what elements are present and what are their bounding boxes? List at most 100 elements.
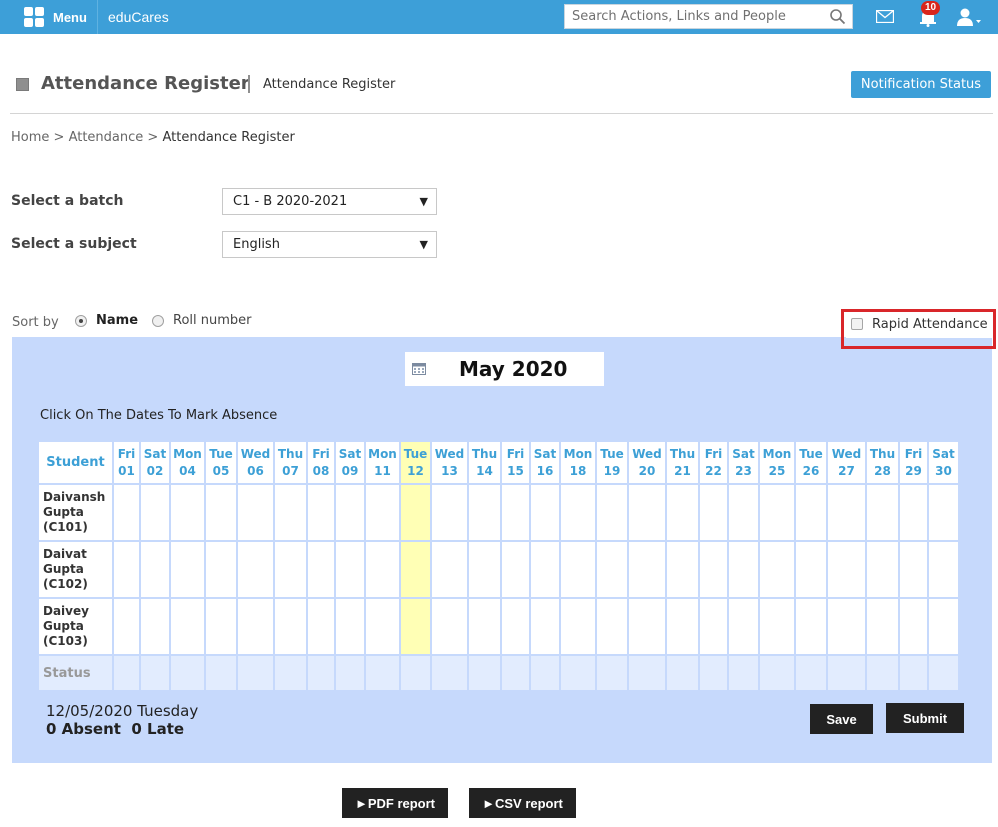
attendance-cell[interactable] xyxy=(627,540,667,599)
attendance-cell[interactable] xyxy=(467,483,502,542)
attendance-cell[interactable] xyxy=(698,483,729,542)
attendance-cell[interactable] xyxy=(794,597,828,656)
attendance-cell[interactable] xyxy=(236,597,275,656)
attendance-cell[interactable] xyxy=(595,540,629,599)
attendance-cell[interactable] xyxy=(334,483,366,542)
attendance-cell[interactable] xyxy=(364,483,401,542)
date-column-header[interactable]: Fri 08 xyxy=(306,440,336,485)
attendance-cell[interactable] xyxy=(865,483,900,542)
sort-roll-radio[interactable] xyxy=(152,315,164,327)
attendance-cell[interactable] xyxy=(898,540,929,599)
sort-roll-label[interactable]: Roll number xyxy=(173,313,252,328)
date-column-header[interactable]: Wed 27 xyxy=(826,440,867,485)
submit-button[interactable]: Submit xyxy=(886,703,964,733)
date-column-header[interactable]: Fri 01 xyxy=(112,440,141,485)
attendance-cell[interactable] xyxy=(399,597,432,656)
breadcrumb-home[interactable]: Home xyxy=(11,130,49,145)
calendar-icon[interactable] xyxy=(412,362,426,375)
attendance-cell[interactable] xyxy=(927,483,960,542)
attendance-cell[interactable] xyxy=(236,540,275,599)
attendance-cell[interactable] xyxy=(399,483,432,542)
attendance-cell[interactable] xyxy=(204,483,238,542)
attendance-cell[interactable] xyxy=(665,597,700,656)
date-column-header[interactable]: Sat 02 xyxy=(139,440,171,485)
attendance-cell[interactable] xyxy=(399,540,432,599)
rapid-attendance-label[interactable]: Rapid Attendance xyxy=(872,317,988,332)
date-column-header[interactable]: Sat 16 xyxy=(529,440,561,485)
attendance-cell[interactable] xyxy=(204,540,238,599)
attendance-cell[interactable] xyxy=(529,540,561,599)
user-avatar-icon[interactable] xyxy=(956,7,982,27)
date-column-header[interactable]: Mon 11 xyxy=(364,440,401,485)
attendance-cell[interactable] xyxy=(500,483,531,542)
attendance-cell[interactable] xyxy=(139,540,171,599)
date-column-header[interactable]: Thu 14 xyxy=(467,440,502,485)
menu-button[interactable]: Menu xyxy=(0,0,97,34)
attendance-cell[interactable] xyxy=(665,483,700,542)
attendance-cell[interactable] xyxy=(467,540,502,599)
date-column-header[interactable]: Fri 29 xyxy=(898,440,929,485)
date-column-header[interactable]: Thu 07 xyxy=(273,440,308,485)
attendance-cell[interactable] xyxy=(758,597,796,656)
attendance-cell[interactable] xyxy=(898,597,929,656)
subject-select[interactable]: English ▼ xyxy=(222,231,437,258)
attendance-cell[interactable] xyxy=(927,597,960,656)
date-column-header[interactable]: Sat 30 xyxy=(927,440,960,485)
date-column-header[interactable]: Tue 05 xyxy=(204,440,238,485)
save-button[interactable]: Save xyxy=(810,704,873,734)
attendance-cell[interactable] xyxy=(865,597,900,656)
date-column-header[interactable]: Wed 20 xyxy=(627,440,667,485)
attendance-cell[interactable] xyxy=(665,540,700,599)
csv-report-button[interactable]: ►CSV report xyxy=(469,788,576,818)
attendance-cell[interactable] xyxy=(794,483,828,542)
attendance-cell[interactable] xyxy=(334,597,366,656)
date-column-header[interactable]: Sat 23 xyxy=(727,440,760,485)
attendance-cell[interactable] xyxy=(430,540,469,599)
date-column-header[interactable]: Tue 26 xyxy=(794,440,828,485)
date-column-header[interactable]: Tue 19 xyxy=(595,440,629,485)
attendance-cell[interactable] xyxy=(698,540,729,599)
attendance-cell[interactable] xyxy=(139,483,171,542)
attendance-cell[interactable] xyxy=(758,540,796,599)
mail-icon[interactable] xyxy=(876,10,894,23)
notification-status-button[interactable]: Notification Status xyxy=(851,71,991,98)
date-column-header[interactable]: Wed 13 xyxy=(430,440,469,485)
attendance-cell[interactable] xyxy=(927,540,960,599)
attendance-cell[interactable] xyxy=(139,597,171,656)
search-box[interactable] xyxy=(564,4,853,29)
sort-name-radio[interactable] xyxy=(75,315,87,327)
date-column-header[interactable]: Mon 04 xyxy=(169,440,206,485)
sort-name-label[interactable]: Name xyxy=(96,313,138,328)
attendance-cell[interactable] xyxy=(595,597,629,656)
attendance-cell[interactable] xyxy=(758,483,796,542)
date-column-header[interactable]: Thu 21 xyxy=(665,440,700,485)
date-column-header[interactable]: Fri 15 xyxy=(500,440,531,485)
attendance-cell[interactable] xyxy=(500,540,531,599)
attendance-cell[interactable] xyxy=(826,597,867,656)
attendance-cell[interactable] xyxy=(273,483,308,542)
attendance-cell[interactable] xyxy=(559,597,597,656)
attendance-cell[interactable] xyxy=(273,540,308,599)
attendance-cell[interactable] xyxy=(273,597,308,656)
breadcrumb-attendance[interactable]: Attendance xyxy=(69,130,144,145)
attendance-cell[interactable] xyxy=(430,597,469,656)
attendance-cell[interactable] xyxy=(112,540,141,599)
rapid-attendance-checkbox[interactable] xyxy=(851,318,863,330)
pdf-report-button[interactable]: ►PDF report xyxy=(342,788,448,818)
attendance-cell[interactable] xyxy=(595,483,629,542)
attendance-cell[interactable] xyxy=(826,540,867,599)
attendance-cell[interactable] xyxy=(112,483,141,542)
attendance-cell[interactable] xyxy=(364,540,401,599)
attendance-cell[interactable] xyxy=(559,483,597,542)
attendance-cell[interactable] xyxy=(727,483,760,542)
attendance-cell[interactable] xyxy=(698,597,729,656)
brand-link[interactable]: eduCares xyxy=(108,9,169,25)
attendance-cell[interactable] xyxy=(500,597,531,656)
attendance-cell[interactable] xyxy=(334,540,366,599)
attendance-cell[interactable] xyxy=(529,483,561,542)
date-column-header[interactable]: Mon 18 xyxy=(559,440,597,485)
attendance-cell[interactable] xyxy=(529,597,561,656)
attendance-cell[interactable] xyxy=(627,597,667,656)
date-column-header[interactable]: Tue 12 xyxy=(399,440,432,485)
attendance-cell[interactable] xyxy=(794,540,828,599)
